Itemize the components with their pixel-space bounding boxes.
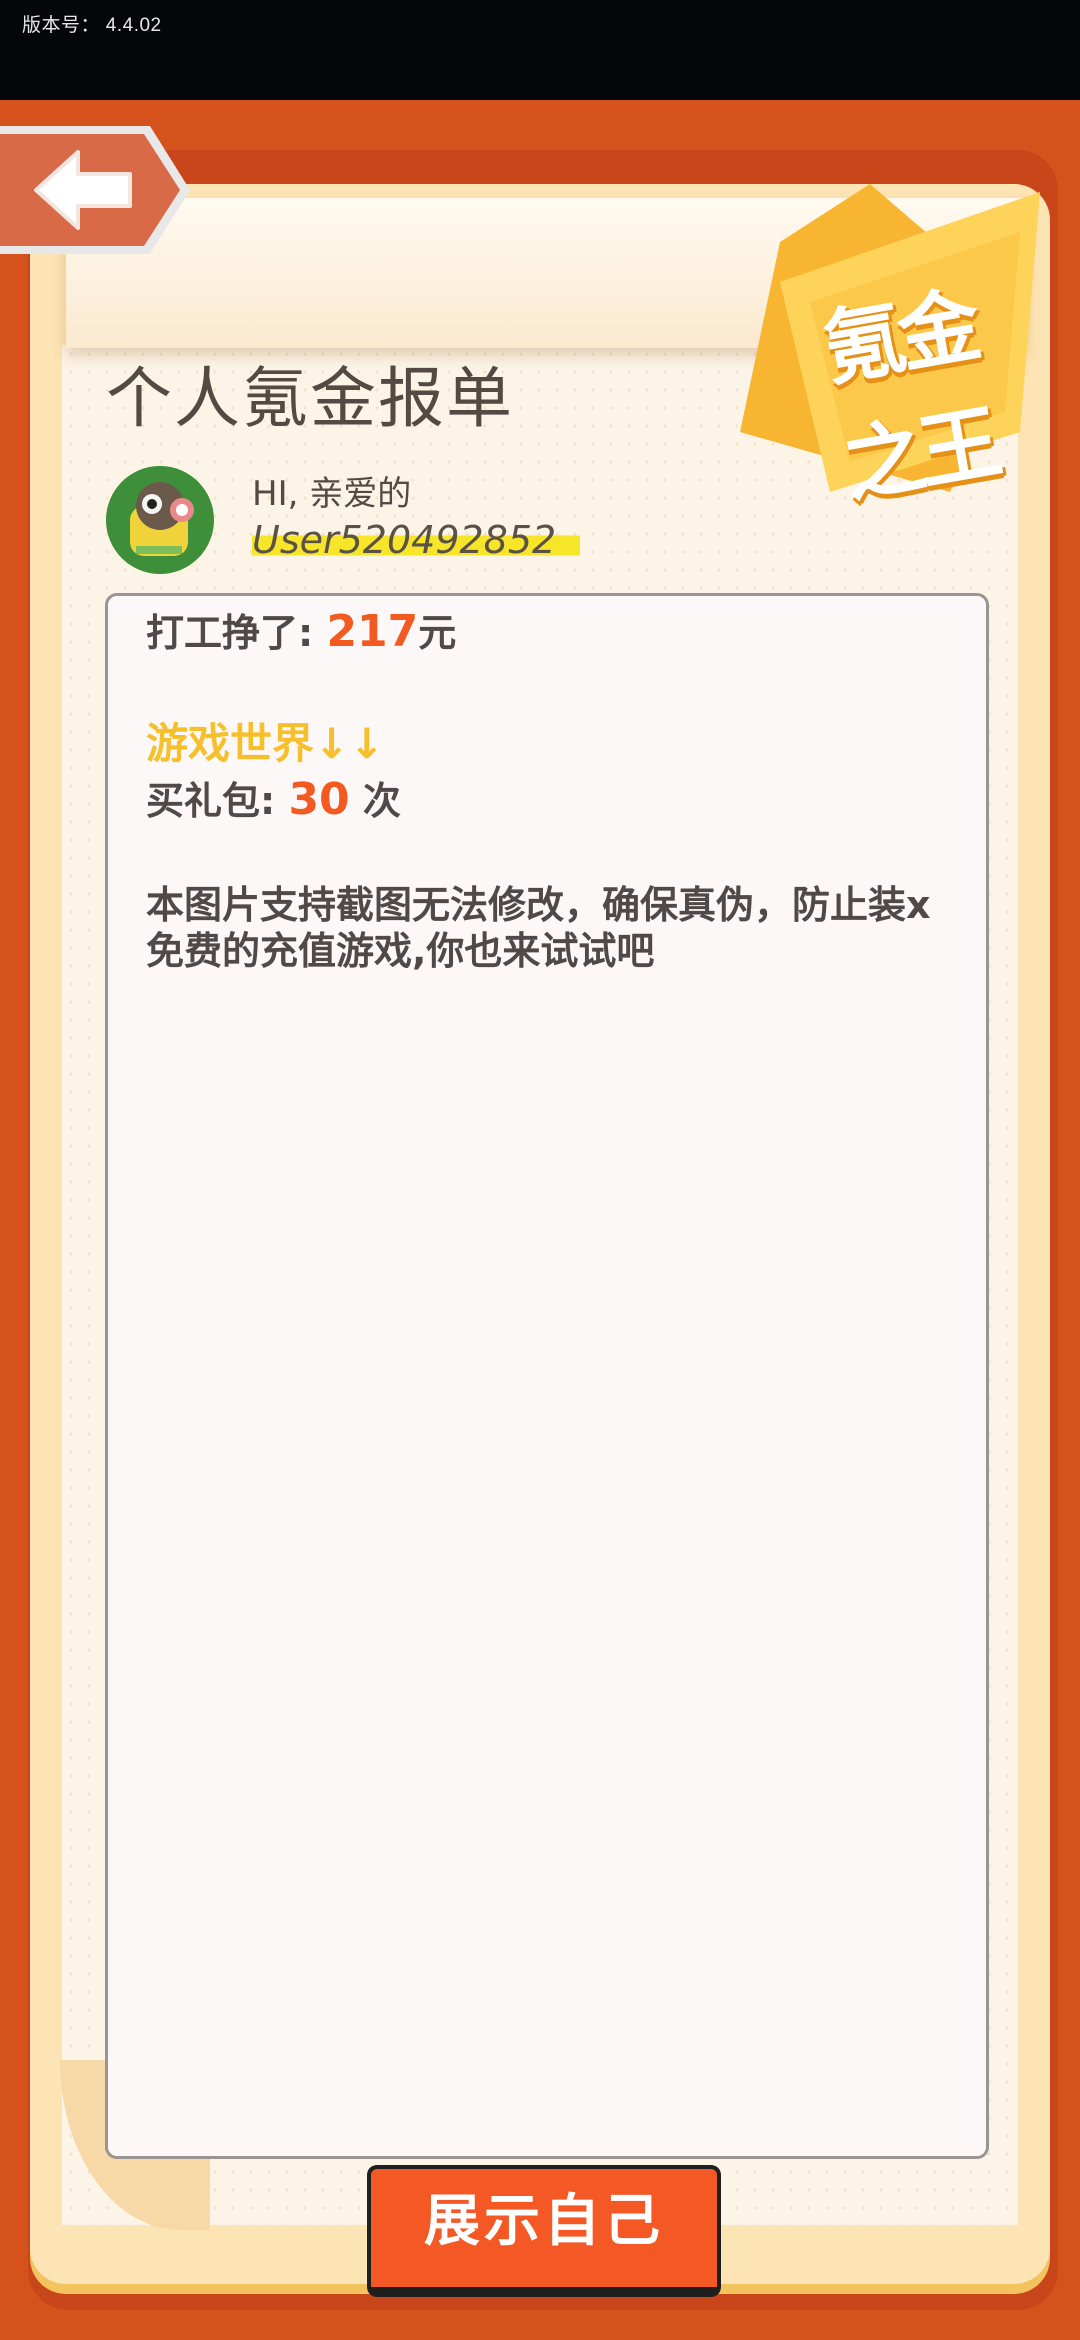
version-label: 版本号： 4.4.02 (22, 15, 162, 36)
notice-line-1: 本图片支持截图无法修改，确保真伪，防止装x (146, 883, 931, 927)
gift-packs-label: 买礼包: (146, 779, 276, 823)
notice-line-2: 免费的充值游戏,你也来试试吧 (146, 929, 655, 973)
game-world-heading: 游戏世界↓↓ (146, 719, 385, 768)
status-bar: 版本号： 4.4.02 (0, 0, 1080, 100)
notice-text: 本图片支持截图无法修改，确保真伪，防止装x 免费的充值游戏,你也来试试吧 (146, 882, 976, 974)
earnings-unit: 元 (418, 611, 457, 655)
earnings-label: 打工挣了: (146, 611, 314, 655)
earnings-value: 217 (326, 606, 419, 657)
earnings-row: 打工挣了: 217元 (146, 602, 456, 657)
badge-text: 氪金之王 (815, 278, 1003, 516)
gift-packs-value: 30 (288, 774, 350, 825)
show-myself-button[interactable]: 展示自己 (367, 2165, 721, 2297)
gift-packs-unit: 次 (362, 779, 401, 823)
greeting-text: HI, 亲爱的 (252, 474, 412, 514)
robot-avatar-icon (106, 466, 214, 574)
report-panel: 打工挣了: 217元 游戏世界↓↓ 买礼包: 30 次 本图片支持截图无法修改，… (105, 593, 989, 2159)
page-title: 个人氪金报单 (106, 360, 514, 437)
avatar (106, 466, 214, 574)
username: User520492852 (252, 518, 581, 562)
gift-packs-row: 买礼包: 30 次 (146, 770, 401, 825)
back-button[interactable] (0, 120, 190, 260)
arrow-left-icon (0, 126, 190, 254)
